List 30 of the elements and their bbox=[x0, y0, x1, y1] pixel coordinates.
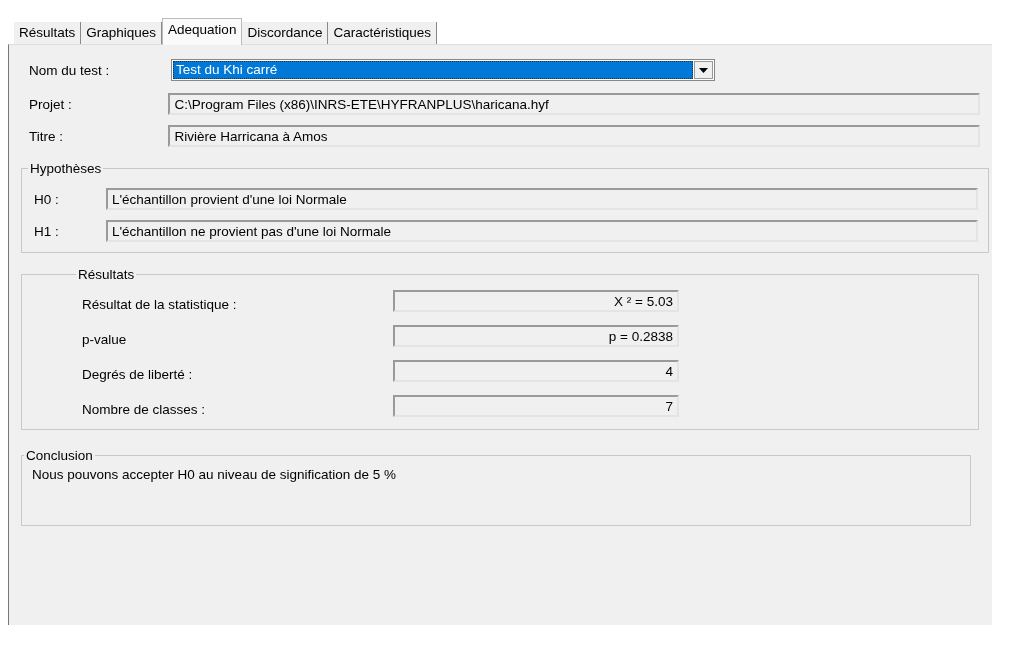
result-field: X ² = 5.03 bbox=[393, 290, 679, 312]
tab[interactable]: Caractéristiques bbox=[328, 22, 437, 44]
tab[interactable]: Discordance bbox=[242, 22, 329, 44]
field-label: H0 : bbox=[34, 191, 60, 207]
field-label: H1 : bbox=[34, 223, 60, 239]
field-label: Résultat de la statistique : bbox=[82, 295, 238, 312]
test-dropdown[interactable]: Test du Khi carré bbox=[171, 59, 715, 81]
dropdown-value: Test du Khi carré bbox=[173, 61, 693, 79]
field-label: Nom du test : bbox=[28, 62, 111, 78]
group-title: Résultats bbox=[77, 267, 136, 282]
hypothesis-field: L'échantillon provient d'une loi Normale bbox=[106, 188, 978, 210]
conclusion-text: Nous pouvons accepter H0 au niveau de signification de 5 % bbox=[31, 467, 397, 482]
tab[interactable]: Graphiques bbox=[81, 22, 163, 44]
title-field: Rivière Harricana à Amos bbox=[168, 125, 980, 147]
field-label: p-value bbox=[82, 330, 128, 347]
field-label: Degrés de liberté : bbox=[82, 365, 194, 382]
field-label: Projet : bbox=[28, 96, 73, 112]
tab[interactable]: Adequation bbox=[162, 18, 243, 45]
result-field: 4 bbox=[393, 360, 679, 382]
result-field: p = 0.2838 bbox=[393, 325, 679, 347]
group-title: Hypothèses bbox=[29, 161, 103, 176]
group-title: Conclusion bbox=[25, 448, 94, 463]
caret-icon bbox=[699, 67, 708, 73]
dropdown-button[interactable] bbox=[694, 61, 713, 79]
hypothesis-field: L'échantillon ne provient pas d'une loi Normale bbox=[106, 220, 978, 242]
result-field: 7 bbox=[393, 395, 679, 417]
project-field: C:\Program Files (x86)\INRS-ETE\HYFRANPLUS\haricana.hyf bbox=[168, 93, 980, 115]
field-label: Titre : bbox=[28, 128, 64, 144]
field-label: Nombre de classes : bbox=[82, 400, 207, 417]
tab[interactable]: Résultats bbox=[14, 22, 82, 44]
